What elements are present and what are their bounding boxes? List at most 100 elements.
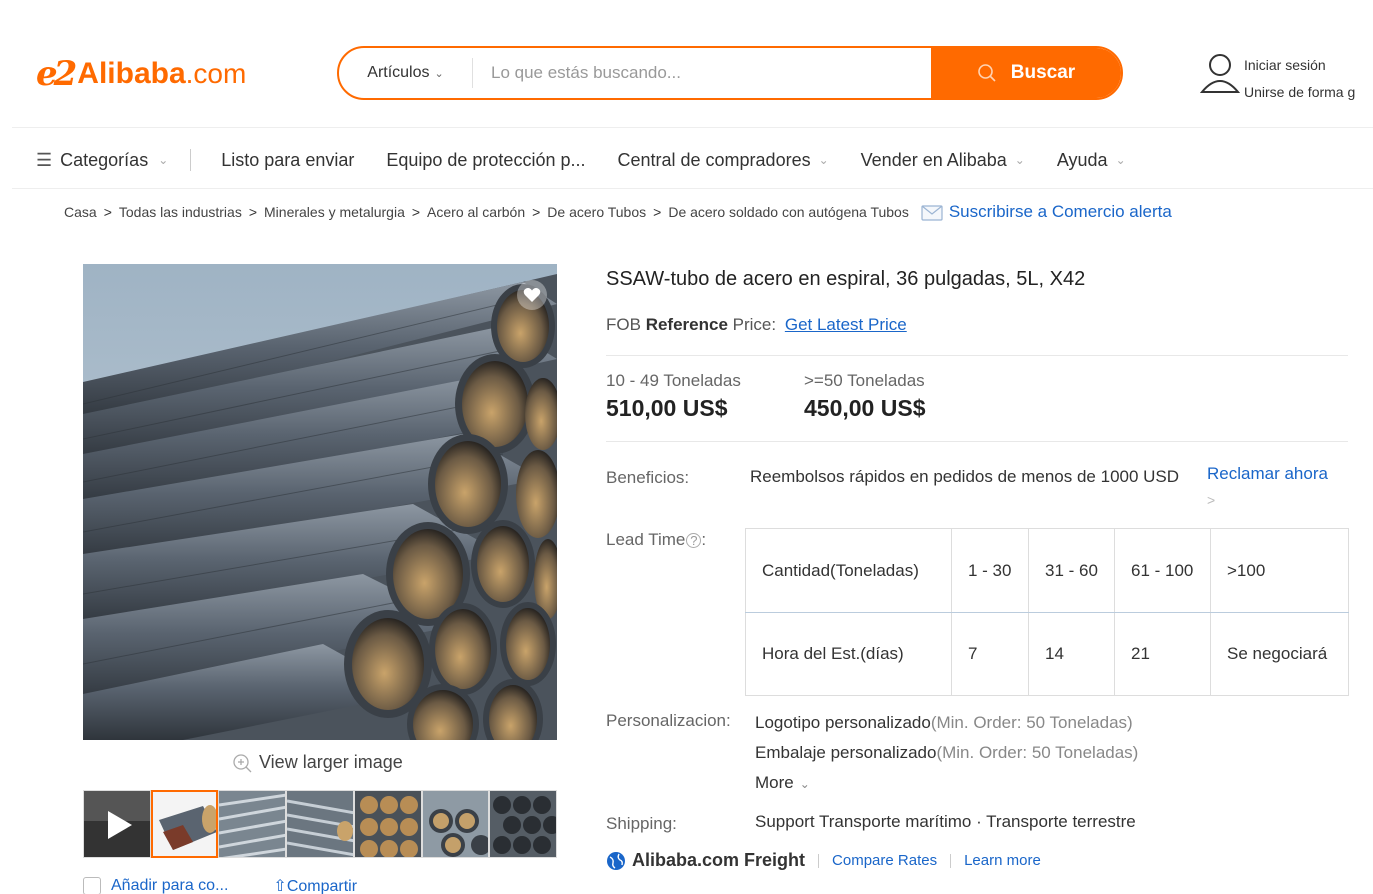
freight-row: Alibaba.com Freight Compare Rates Learn … xyxy=(606,850,1041,871)
alibaba-logo[interactable]: e2 Alibaba .com xyxy=(36,52,246,96)
chevron-down-icon: ⌄ xyxy=(818,153,829,167)
heart-icon xyxy=(523,288,541,302)
sign-in-link[interactable]: Iniciar sesión xyxy=(1244,52,1355,79)
table-cell: 21 xyxy=(1114,612,1211,696)
freight-brand: Alibaba.com Freight xyxy=(632,850,806,870)
nav-sell-on-alibaba[interactable]: Vender en Alibaba ⌄ xyxy=(861,150,1025,171)
breadcrumb-item[interactable]: Todas las industrias xyxy=(119,204,242,220)
breadcrumb-item[interactable]: Minerales y metalurgia xyxy=(264,204,405,220)
breadcrumb: Casa > Todas las industrias > Minerales … xyxy=(64,202,1172,222)
zoom-in-icon xyxy=(233,753,252,772)
nav-categories[interactable]: ☰ Categorías ⌄ xyxy=(36,150,168,171)
customization-note: (Min. Order: 50 Toneladas) xyxy=(936,743,1139,762)
breadcrumb-item[interactable]: De acero soldado con autógena Tubos xyxy=(668,204,909,220)
chevron-down-icon: ⌄ xyxy=(1115,153,1126,167)
price-tier-quantity: 10 - 49 Toneladas xyxy=(606,371,741,390)
learn-more-link[interactable]: Learn more xyxy=(964,852,1041,869)
table-cell: 31 - 60 xyxy=(1028,528,1115,613)
table-cell: 7 xyxy=(951,612,1029,696)
customization-item: Logotipo personalizado(Min. Order: 50 To… xyxy=(755,708,1138,738)
shipping-text: Support Transporte marítimo · Transporte… xyxy=(755,812,1136,831)
thumbnail-image xyxy=(422,791,489,857)
claim-now-label: Reclamar ahora xyxy=(1207,464,1328,483)
compare-checkbox[interactable] xyxy=(83,877,101,894)
add-to-compare-link[interactable]: Añadir para co... xyxy=(111,877,228,894)
breadcrumb-item[interactable]: De acero Tubos xyxy=(547,204,646,220)
share-link[interactable]: ⇧Compartir xyxy=(273,876,357,894)
benefits-text: Reembolsos rápidos en pedidos de menos d… xyxy=(750,467,1180,486)
nav-item-label: Listo para enviar xyxy=(221,149,355,170)
price-tier-value: 510,00 US$ xyxy=(606,395,728,421)
nav-categories-label: Categorías xyxy=(60,149,149,170)
join-link[interactable]: Unirse de forma g xyxy=(1244,79,1355,106)
nav-separator xyxy=(190,149,192,171)
search-button-label: Buscar xyxy=(1010,62,1076,83)
breadcrumb-item[interactable]: Casa xyxy=(64,204,97,220)
fob-reference: Reference xyxy=(645,315,728,334)
breadcrumb-separator: > xyxy=(103,204,112,220)
thumbnail-strip xyxy=(83,790,558,858)
search-input[interactable] xyxy=(473,48,931,98)
logo-brand-text: Alibaba xyxy=(77,57,186,90)
chevron-down-icon: ⌄ xyxy=(799,777,810,791)
video-thumbnail[interactable] xyxy=(83,790,151,858)
compare-rates-link[interactable]: Compare Rates xyxy=(832,852,937,869)
thumbnail[interactable] xyxy=(421,790,490,858)
customization-item: Embalaje personalizado(Min. Order: 50 To… xyxy=(755,738,1138,768)
divider xyxy=(606,441,1348,442)
envelope-icon xyxy=(921,205,943,221)
customization-name: Embalaje personalizado xyxy=(755,743,937,762)
view-larger-image-link[interactable]: View larger image xyxy=(232,752,403,773)
nav-divider xyxy=(12,188,1373,189)
price-tier-value: 450,00 US$ xyxy=(804,395,926,421)
nav-protection-equipment[interactable]: Equipo de protección p... xyxy=(386,150,585,171)
favorite-button[interactable] xyxy=(517,280,547,310)
nav-item-label: Ayuda xyxy=(1056,149,1108,170)
thumbnail[interactable] xyxy=(286,790,354,858)
customization-note: (Min. Order: 50 Toneladas) xyxy=(930,713,1133,732)
thumbnail[interactable] xyxy=(218,790,287,858)
fob-suffix: Price: xyxy=(732,315,777,334)
divider xyxy=(606,355,1348,356)
search-category-dropdown[interactable]: Artículos ⌄ xyxy=(339,58,473,88)
view-larger-label: View larger image xyxy=(259,752,403,772)
nav-buyer-central[interactable]: Central de compradores ⌄ xyxy=(617,150,828,171)
user-icon[interactable] xyxy=(1200,52,1240,96)
breadcrumb-separator: > xyxy=(532,204,541,220)
thumbnail-image xyxy=(152,792,217,856)
nav-help[interactable]: Ayuda ⌄ xyxy=(1057,150,1126,171)
table-cell: 14 xyxy=(1028,612,1115,696)
breadcrumb-item[interactable]: Acero al carbón xyxy=(427,204,525,220)
fob-prefix: FOB xyxy=(606,315,641,334)
account-area: Iniciar sesión Unirse de forma g xyxy=(1200,52,1355,106)
price-tier-quantity: >=50 Toneladas xyxy=(804,371,925,390)
main-product-image[interactable] xyxy=(83,264,557,740)
header-divider xyxy=(12,127,1373,128)
thumbnail[interactable] xyxy=(353,790,422,858)
breadcrumb-separator: > xyxy=(411,204,421,220)
table-cell: Hora del Est.(días) xyxy=(745,612,952,696)
shipping-label: Shipping: xyxy=(606,814,677,833)
thumbnail[interactable] xyxy=(489,790,558,858)
video-preview-image xyxy=(84,791,150,857)
search-icon xyxy=(977,64,996,82)
claim-now-link[interactable]: Reclamar ahora > xyxy=(1207,462,1328,512)
price-tier: >=50 Toneladas 450,00 US$ xyxy=(804,371,925,422)
chevron-down-icon: ⌄ xyxy=(434,67,444,80)
logo-tld-text: .com xyxy=(185,58,247,89)
more-label: More xyxy=(755,773,794,792)
help-icon[interactable]: ? xyxy=(686,533,702,548)
globe-icon xyxy=(607,851,625,870)
table-cell: 61 - 100 xyxy=(1114,528,1211,613)
gallery-actions: Añadir para co... ⇧Compartir xyxy=(83,876,357,894)
subscribe-alert-link[interactable]: Suscribirse a Comercio alerta xyxy=(913,202,1172,222)
search-category-label: Artículos xyxy=(367,64,430,81)
search-button[interactable]: Buscar xyxy=(931,48,1121,98)
nav-ready-to-ship[interactable]: Listo para enviar xyxy=(221,150,354,171)
more-toggle[interactable]: More ⌄ xyxy=(755,768,1138,799)
thumbnail[interactable] xyxy=(150,790,219,858)
table-cell: 1 - 30 xyxy=(951,528,1029,613)
main-nav: ☰ Categorías ⌄ Listo para enviar Equipo … xyxy=(36,142,1158,178)
get-latest-price-link[interactable]: Get Latest Price xyxy=(785,315,907,334)
menu-icon: ☰ xyxy=(36,149,53,170)
